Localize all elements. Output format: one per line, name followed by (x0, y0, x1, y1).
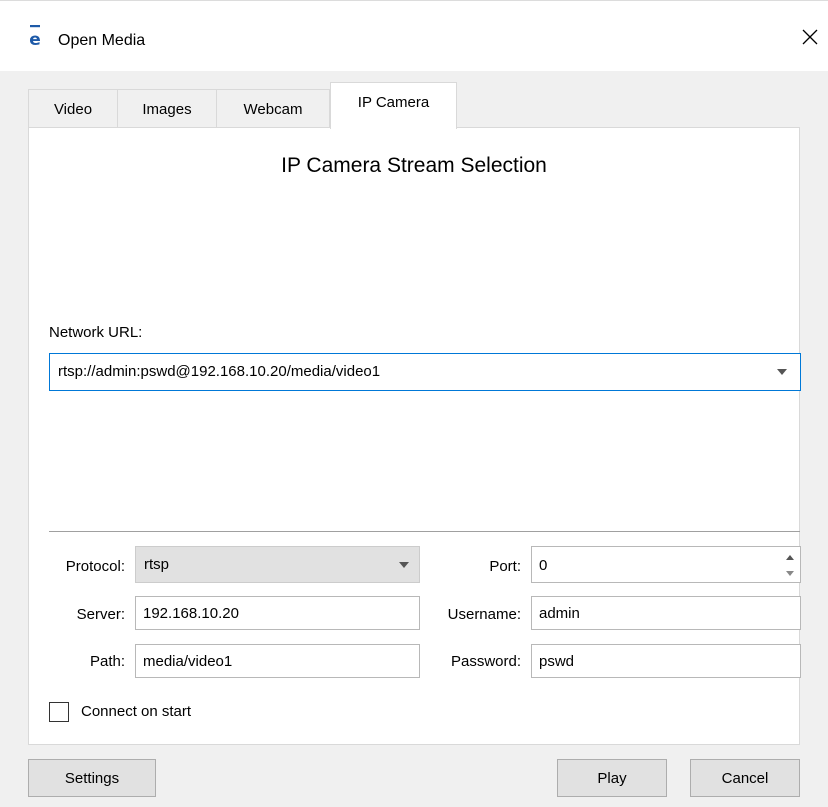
path-value: media/video1 (143, 653, 233, 670)
chevron-down-icon (399, 562, 409, 568)
username-value: admin (539, 605, 580, 622)
settings-button-label: Settings (64, 769, 120, 787)
cancel-button-label: Cancel (721, 769, 769, 787)
port-spinbox[interactable]: 0 (531, 546, 801, 583)
tab-label: IP Camera (357, 93, 430, 111)
server-label: Server: (76, 606, 125, 623)
tab-label: Video (53, 100, 93, 118)
password-value: pswd (539, 653, 575, 670)
play-button-label: Play (597, 769, 627, 787)
port-value: 0 (539, 557, 548, 574)
ip-camera-panel: IP Camera Stream Selection Network URL: … (28, 127, 801, 745)
close-icon (802, 29, 818, 45)
path-input[interactable]: media/video1 (135, 644, 420, 678)
title-bar: e Open Media (0, 1, 828, 71)
protocol-label: Protocol: (65, 558, 125, 575)
separator (49, 531, 800, 532)
network-url-value: rtsp://admin:pswd@192.168.10.20/media/vi… (58, 363, 381, 380)
svg-text:e: e (29, 30, 41, 49)
username-input[interactable]: admin (531, 596, 801, 630)
protocol-value: rtsp (144, 556, 170, 573)
tab-label: Webcam (243, 100, 303, 118)
username-label: Username: (447, 606, 521, 623)
connect-on-start-checkbox[interactable] (49, 702, 69, 722)
close-button[interactable] (796, 23, 824, 51)
tab-webcam[interactable]: Webcam (216, 89, 330, 128)
password-label: Password: (450, 653, 521, 670)
password-input[interactable]: pswd (531, 644, 801, 678)
app-logo-icon: e (29, 25, 41, 49)
chevron-down-icon (786, 570, 794, 576)
chevron-up-icon (786, 554, 794, 560)
tab-ip-camera[interactable]: IP Camera (330, 82, 457, 129)
protocol-dropdown-button[interactable] (397, 559, 411, 571)
port-increment-button[interactable] (782, 549, 798, 565)
cancel-button[interactable]: Cancel (690, 759, 800, 797)
open-media-dialog: e Open Media Video Images Webcam IP Came… (0, 0, 828, 807)
panel-heading: IP Camera Stream Selection (281, 154, 547, 177)
window-title: Open Media (58, 32, 146, 49)
protocol-select[interactable]: rtsp (135, 546, 420, 583)
tab-label: Images (142, 100, 192, 118)
server-input[interactable]: 192.168.10.20 (135, 596, 420, 630)
network-url-combobox[interactable]: rtsp://admin:pswd@192.168.10.20/media/vi… (49, 353, 801, 391)
server-value: 192.168.10.20 (143, 605, 239, 622)
settings-button[interactable]: Settings (28, 759, 156, 797)
play-button[interactable]: Play (557, 759, 667, 797)
tab-images[interactable]: Images (117, 89, 217, 128)
port-label: Port: (489, 558, 521, 575)
port-decrement-button[interactable] (782, 565, 798, 581)
chevron-down-icon (777, 369, 787, 375)
tab-video[interactable]: Video (28, 89, 118, 128)
network-url-label: Network URL: (49, 324, 143, 341)
path-label: Path: (89, 653, 125, 670)
connect-on-start-label[interactable]: Connect on start (81, 703, 191, 720)
network-url-dropdown-button[interactable] (764, 354, 800, 390)
